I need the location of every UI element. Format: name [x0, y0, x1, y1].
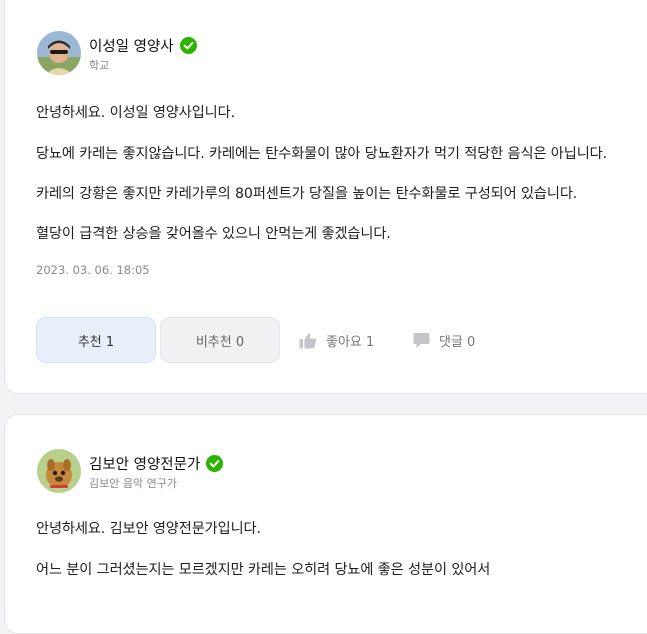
answer-paragraph: 안녕하세요. 이성일 영양사입니다. [36, 105, 235, 121]
author-name[interactable]: 김보안 영양전문가 [89, 453, 200, 474]
answer-card: 김보안 영양전문가 김보안 음악 연구가 안녕하세요. 김보안 영양전문가입니다… [4, 414, 647, 634]
author-name-row: 김보안 영양전문가 [89, 453, 224, 474]
check-badge-icon [179, 37, 197, 54]
answer-paragraph: 당뇨에 카레는 좋지않습니다. 카레에는 탄수화물이 많아 당뇨환자가 먹기 적… [36, 146, 608, 162]
author-affiliation: 김보안 음악 연구가 [89, 477, 177, 490]
not-recommend-button[interactable]: 비추천 0 [160, 317, 280, 363]
answer-card: 이성일 영양사 학교 안녕하세요. 이성일 영양사입니다. 당뇨에 카레는 좋지… [4, 0, 647, 394]
like-label: 좋아요 1 [326, 334, 375, 350]
comment-label: 댓글 0 [439, 334, 476, 350]
like-button[interactable]: 좋아요 1 [299, 317, 374, 363]
author-avatar[interactable] [37, 449, 81, 493]
author-avatar[interactable] [37, 31, 81, 75]
answer-paragraph: 혈당이 급격한 상승을 갖어올수 있으니 안먹는게 좋겠습니다. [36, 226, 391, 242]
author-affiliation: 학교 [89, 59, 110, 72]
check-badge-icon [206, 455, 224, 472]
answer-paragraph: 어느 분이 그러셨는지는 모르겠지만 카레는 오히려 당뇨에 좋은 성분이 있어… [36, 562, 491, 578]
author-name-row: 이성일 영양사 [89, 35, 197, 56]
author-name[interactable]: 이성일 영양사 [89, 35, 174, 56]
answer-date: 2023. 03. 06. 18:05 [36, 263, 150, 277]
comment-button[interactable]: 댓글 0 [413, 317, 475, 363]
recommend-button[interactable]: 추천 1 [36, 317, 156, 363]
speech-bubble-icon [413, 332, 430, 348]
answer-paragraph: 안녕하세요. 김보안 영양전문가입니다. [36, 521, 261, 537]
answer-paragraph: 카레의 강황은 좋지만 카레가루의 80퍼센트가 당질을 높이는 탄수화물로 구… [36, 186, 578, 202]
thumbs-up-icon [299, 332, 317, 348]
